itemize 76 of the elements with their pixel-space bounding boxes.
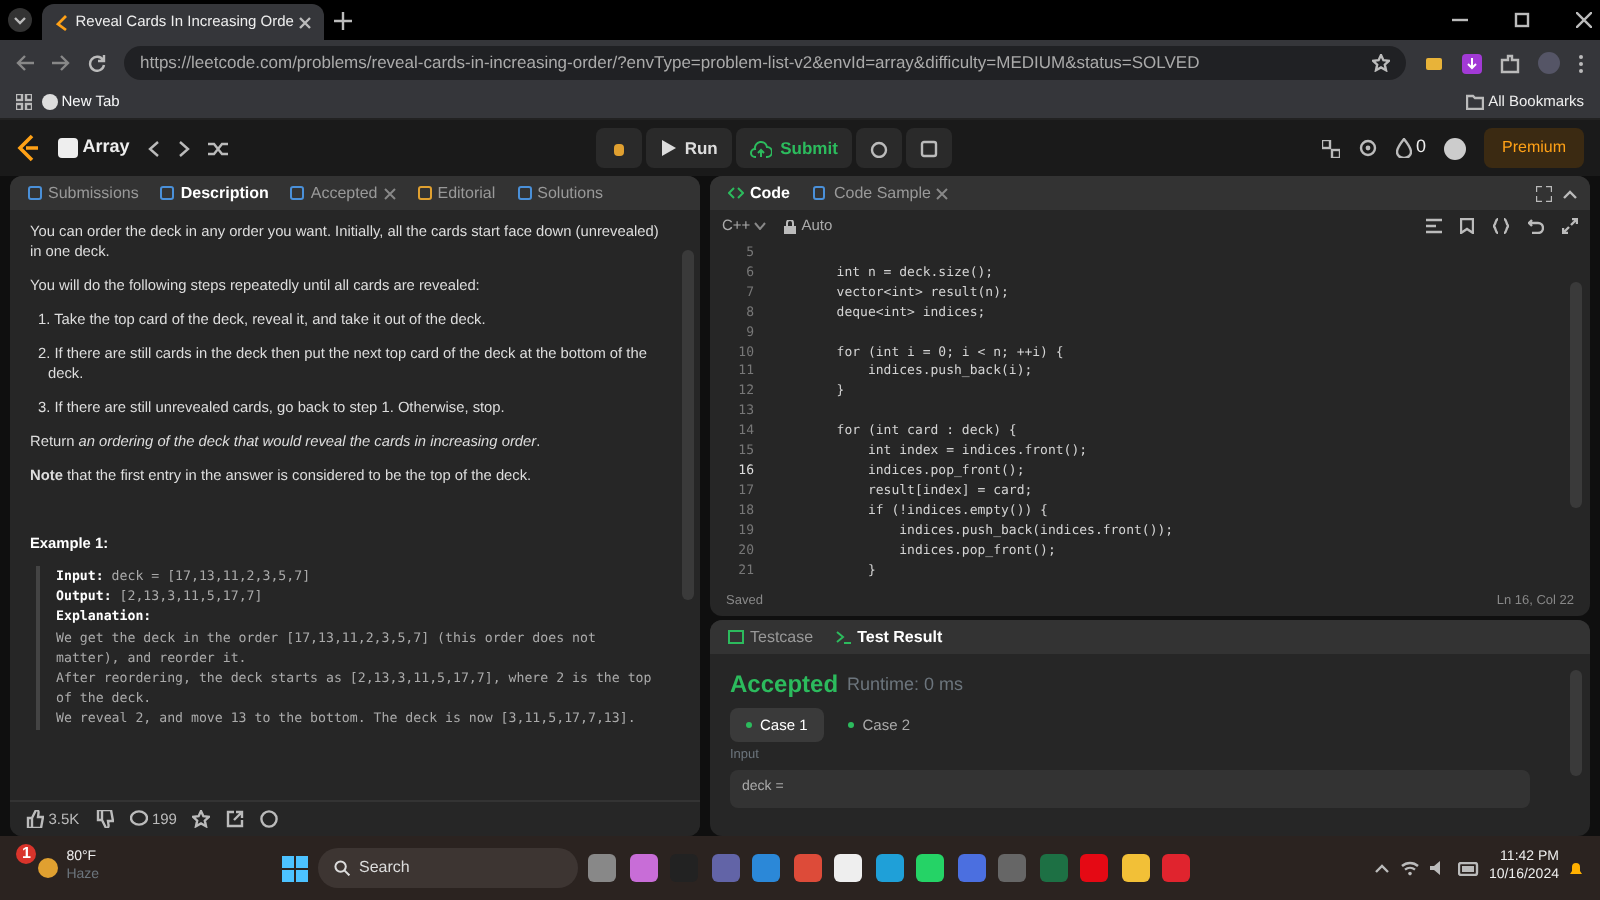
play-icon bbox=[660, 140, 677, 156]
star-icon[interactable] bbox=[192, 810, 211, 828]
lock-icon bbox=[784, 219, 797, 233]
tab-icon bbox=[835, 630, 852, 645]
fullscreen-icon[interactable] bbox=[1536, 185, 1552, 201]
address-bar[interactable]: https://leetcode.com/problems/reveal-cards-in-increasing-order/?envType=problem-list-v2&envId=array&difficulty=MEDIUM&status=SOLVED bbox=[124, 46, 1406, 80]
shuffle-icon[interactable] bbox=[207, 139, 228, 157]
panel-tab[interactable]: Code bbox=[722, 176, 796, 210]
tab-icon bbox=[417, 186, 432, 200]
user-avatar-icon[interactable] bbox=[1444, 137, 1466, 159]
reload-icon[interactable] bbox=[88, 54, 106, 72]
tab-icon bbox=[728, 186, 744, 200]
taskbar-search-field[interactable]: Search bbox=[317, 848, 577, 888]
braces-icon[interactable] bbox=[1492, 218, 1510, 234]
status-dot-icon bbox=[746, 722, 752, 729]
previous-icon[interactable] bbox=[147, 139, 160, 157]
forward-icon[interactable] bbox=[52, 54, 70, 72]
close-icon[interactable] bbox=[298, 15, 313, 29]
tab-icon bbox=[517, 186, 532, 200]
next-icon[interactable] bbox=[177, 139, 190, 157]
close-icon[interactable] bbox=[1576, 12, 1592, 28]
premium-button[interactable]: Premium bbox=[1484, 128, 1585, 168]
menu-icon[interactable] bbox=[1578, 53, 1584, 73]
bookmark-icon[interactable] bbox=[1460, 218, 1474, 234]
run-button[interactable]: Run bbox=[646, 128, 732, 168]
panel-tab[interactable]: Description bbox=[154, 176, 275, 210]
tab-list-icon[interactable] bbox=[8, 8, 32, 32]
streak-counter[interactable]: 0 bbox=[1395, 134, 1426, 162]
tab-icon bbox=[290, 186, 305, 200]
expand-icon[interactable] bbox=[1562, 218, 1578, 234]
site-icon bbox=[53, 13, 71, 31]
format-icon[interactable] bbox=[1426, 218, 1442, 234]
wifi-icon[interactable] bbox=[1399, 860, 1420, 876]
collapse-icon[interactable] bbox=[1562, 187, 1578, 199]
thumbs-up-icon bbox=[26, 810, 44, 828]
panel-tab[interactable]: Editorial bbox=[411, 176, 502, 210]
star-icon[interactable] bbox=[1372, 54, 1390, 72]
layout-icon[interactable] bbox=[1321, 139, 1340, 157]
start-icon[interactable] bbox=[282, 855, 308, 881]
alarm-button[interactable] bbox=[856, 128, 903, 168]
panel-tab[interactable]: Submissions bbox=[22, 176, 145, 210]
panel-tab[interactable]: Code Sample bbox=[806, 176, 955, 210]
cloud-upload-icon bbox=[750, 139, 773, 157]
status-dot-icon bbox=[848, 722, 855, 729]
panel-tab[interactable]: Test Result bbox=[829, 620, 949, 655]
bell-icon[interactable] bbox=[1568, 859, 1584, 877]
caret-icon bbox=[754, 222, 767, 230]
tab-icon bbox=[28, 186, 42, 200]
apps-grid-icon[interactable] bbox=[16, 94, 32, 110]
download-icon[interactable] bbox=[1462, 53, 1482, 73]
panel-tab[interactable]: Solutions bbox=[511, 176, 610, 210]
notification-badge: 1 bbox=[16, 844, 37, 864]
tab-icon bbox=[160, 186, 175, 200]
logo-icon[interactable] bbox=[16, 134, 40, 162]
problem-list-button[interactable]: Array bbox=[58, 134, 130, 162]
battery-icon[interactable] bbox=[1457, 861, 1480, 875]
weather-sun-icon bbox=[33, 856, 62, 880]
new-tab-icon[interactable] bbox=[333, 11, 352, 29]
runtime-text: Runtime: 0 ms bbox=[847, 671, 964, 697]
search-icon bbox=[333, 860, 349, 876]
notes-button[interactable] bbox=[906, 128, 953, 168]
debug-button[interactable] bbox=[596, 128, 643, 168]
chevron-up-icon[interactable] bbox=[1374, 862, 1391, 874]
tab-icon bbox=[812, 186, 828, 200]
restore-icon[interactable] bbox=[1514, 12, 1530, 28]
submit-button[interactable]: Submit bbox=[736, 128, 852, 168]
verdict-text: Accepted bbox=[730, 668, 839, 703]
panel-tab[interactable]: Accepted bbox=[284, 176, 402, 210]
share-icon[interactable] bbox=[226, 810, 245, 828]
reset-icon[interactable] bbox=[1528, 218, 1544, 234]
settings-icon[interactable] bbox=[1357, 138, 1378, 158]
panel-tab[interactable]: Testcase bbox=[722, 620, 820, 655]
back-icon[interactable] bbox=[16, 54, 34, 72]
comment-icon bbox=[129, 810, 148, 828]
thumbs-down-icon[interactable] bbox=[95, 810, 114, 828]
tab-icon bbox=[728, 630, 744, 645]
